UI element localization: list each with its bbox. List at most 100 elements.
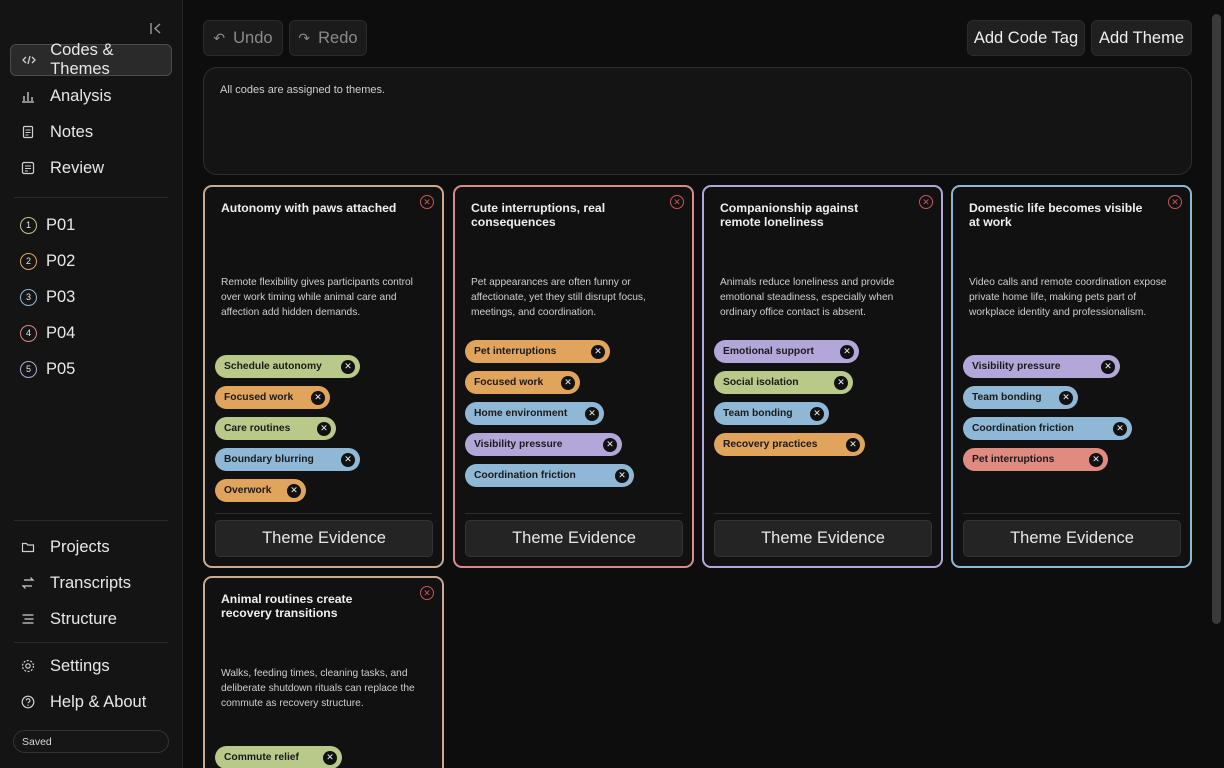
- participant-p04[interactable]: 4 P04: [20, 322, 75, 344]
- folder-icon: [20, 539, 36, 555]
- code-tag[interactable]: Focused work ✕: [215, 386, 330, 409]
- code-tag-label: Focused work: [224, 392, 294, 403]
- remove-tag-icon[interactable]: ✕: [341, 359, 355, 374]
- theme-description[interactable]: Pet appearances are often funny or affec…: [471, 275, 676, 320]
- add-code-tag-button[interactable]: Add Code Tag: [967, 20, 1085, 56]
- remove-theme-icon[interactable]: ✕: [919, 195, 933, 209]
- remove-tag-icon[interactable]: ✕: [615, 468, 629, 483]
- theme-title[interactable]: Domestic life becomes visible at work: [969, 201, 1149, 229]
- nav-codes-themes[interactable]: Codes & Themes: [10, 41, 172, 78]
- theme-description[interactable]: Walks, feeding times, cleaning tasks, an…: [221, 666, 426, 711]
- remove-tag-icon[interactable]: ✕: [840, 344, 854, 359]
- theme-evidence-button[interactable]: Theme Evidence: [465, 520, 683, 557]
- remove-tag-icon[interactable]: ✕: [341, 452, 355, 467]
- nav-notes[interactable]: Notes: [10, 116, 172, 148]
- participant-p05[interactable]: 5 P05: [20, 358, 75, 380]
- code-tag[interactable]: Schedule autonomy ✕: [215, 355, 360, 378]
- remove-tag-icon[interactable]: ✕: [317, 421, 331, 436]
- remove-tag-icon[interactable]: ✕: [311, 390, 325, 405]
- code-tag-label: Emotional support: [723, 346, 814, 357]
- theme-description[interactable]: Video calls and remote coordination expo…: [969, 275, 1174, 320]
- theme-description[interactable]: Animals reduce loneliness and provide em…: [720, 275, 925, 320]
- nav-label: Structure: [50, 609, 117, 628]
- code-tag[interactable]: Pet interruptions ✕: [963, 448, 1108, 471]
- sidebar-divider: [14, 197, 168, 198]
- nav-help-about[interactable]: Help & About: [10, 686, 172, 718]
- notice-text: All codes are assigned to themes.: [220, 84, 386, 96]
- code-tag[interactable]: Visibility pressure ✕: [963, 355, 1120, 378]
- help-icon: [20, 694, 36, 710]
- remove-theme-icon[interactable]: ✕: [670, 195, 684, 209]
- theme-title[interactable]: Cute interruptions, real consequences: [471, 201, 651, 229]
- remove-theme-icon[interactable]: ✕: [420, 195, 434, 209]
- code-tag[interactable]: Overwork ✕: [215, 479, 306, 502]
- code-tag[interactable]: Home environment ✕: [465, 402, 604, 425]
- code-tag-label: Visibility pressure: [474, 439, 563, 450]
- participant-p02[interactable]: 2 P02: [20, 250, 75, 272]
- theme-evidence-button[interactable]: Theme Evidence: [714, 520, 932, 557]
- remove-tag-icon[interactable]: ✕: [1101, 359, 1115, 374]
- theme-title[interactable]: Animal routines create recovery transiti…: [221, 592, 401, 620]
- remove-tag-icon[interactable]: ✕: [591, 344, 605, 359]
- remove-tag-icon[interactable]: ✕: [323, 750, 337, 765]
- nav-label: Analysis: [50, 86, 112, 105]
- theme-tag-list: Visibility pressure ✕ Team bonding ✕ Coord…: [963, 355, 1132, 479]
- code-tag[interactable]: Focused work ✕: [465, 371, 580, 394]
- remove-tag-icon[interactable]: ✕: [1059, 390, 1073, 405]
- nav-projects[interactable]: Projects: [10, 531, 172, 563]
- code-tag[interactable]: Social isolation ✕: [714, 371, 853, 394]
- code-tag[interactable]: Recovery practices ✕: [714, 433, 865, 456]
- undo-label: Undo: [233, 28, 273, 47]
- nav-label: Projects: [50, 537, 110, 556]
- remove-tag-icon[interactable]: ✕: [834, 375, 848, 390]
- theme-tag-list: Commute relief ✕: [215, 746, 342, 768]
- code-tag[interactable]: Emotional support ✕: [714, 340, 859, 363]
- redo-button[interactable]: ↷ Redo: [289, 20, 367, 56]
- code-tag[interactable]: Team bonding ✕: [963, 386, 1078, 409]
- remove-tag-icon[interactable]: ✕: [1089, 452, 1103, 467]
- participant-label: P05: [46, 359, 76, 378]
- add-theme-button[interactable]: Add Theme: [1091, 20, 1192, 56]
- code-tag[interactable]: Boundary blurring ✕: [215, 448, 360, 471]
- code-tag[interactable]: Care routines ✕: [215, 417, 336, 440]
- code-tag-label: Team bonding: [972, 392, 1042, 403]
- remove-tag-icon[interactable]: ✕: [810, 406, 824, 421]
- sidebar-divider: [14, 520, 168, 521]
- card-divider: [963, 513, 1180, 514]
- theme-description[interactable]: Remote flexibility gives participants co…: [221, 275, 426, 320]
- scrollbar[interactable]: [1212, 14, 1221, 624]
- nav-review[interactable]: Review: [10, 152, 172, 184]
- remove-tag-icon[interactable]: ✕: [846, 437, 860, 452]
- code-tag-label: Care routines: [224, 423, 291, 434]
- remove-tag-icon[interactable]: ✕: [561, 375, 575, 390]
- collapse-sidebar-icon[interactable]: [147, 19, 165, 37]
- app-root: Codes & Themes Analysis Notes Review 1 P…: [0, 0, 1224, 768]
- remove-tag-icon[interactable]: ✕: [287, 483, 301, 498]
- code-tag[interactable]: Commute relief ✕: [215, 746, 342, 768]
- code-tag[interactable]: Coordination friction ✕: [963, 417, 1132, 440]
- remove-tag-icon[interactable]: ✕: [1113, 421, 1127, 436]
- nav-transcripts[interactable]: Transcripts: [10, 567, 172, 599]
- theme-title[interactable]: Companionship against remote loneliness: [720, 201, 900, 229]
- remove-tag-icon[interactable]: ✕: [603, 437, 617, 452]
- participant-p01[interactable]: 1 P01: [20, 214, 75, 236]
- theme-title[interactable]: Autonomy with paws attached: [221, 201, 401, 215]
- nav-label: Settings: [50, 656, 110, 675]
- code-tag[interactable]: Pet interruptions ✕: [465, 340, 610, 363]
- code-tag[interactable]: Coordination friction ✕: [465, 464, 634, 487]
- remove-tag-icon[interactable]: ✕: [585, 406, 599, 421]
- participant-p03[interactable]: 3 P03: [20, 286, 75, 308]
- undo-button[interactable]: ↶ Undo: [203, 20, 283, 56]
- remove-theme-icon[interactable]: ✕: [420, 586, 434, 600]
- theme-evidence-button[interactable]: Theme Evidence: [963, 520, 1181, 557]
- code-tag[interactable]: Visibility pressure ✕: [465, 433, 622, 456]
- nav-analysis[interactable]: Analysis: [10, 80, 172, 112]
- nav-settings[interactable]: Settings: [10, 650, 172, 682]
- nav-label: Codes & Themes: [50, 41, 114, 78]
- participant-badge: 3: [20, 288, 37, 306]
- theme-evidence-button[interactable]: Theme Evidence: [215, 520, 433, 557]
- nav-structure[interactable]: Structure: [10, 603, 172, 635]
- code-tag[interactable]: Team bonding ✕: [714, 402, 829, 425]
- participant-badge: 1: [20, 216, 37, 234]
- remove-theme-icon[interactable]: ✕: [1168, 195, 1182, 209]
